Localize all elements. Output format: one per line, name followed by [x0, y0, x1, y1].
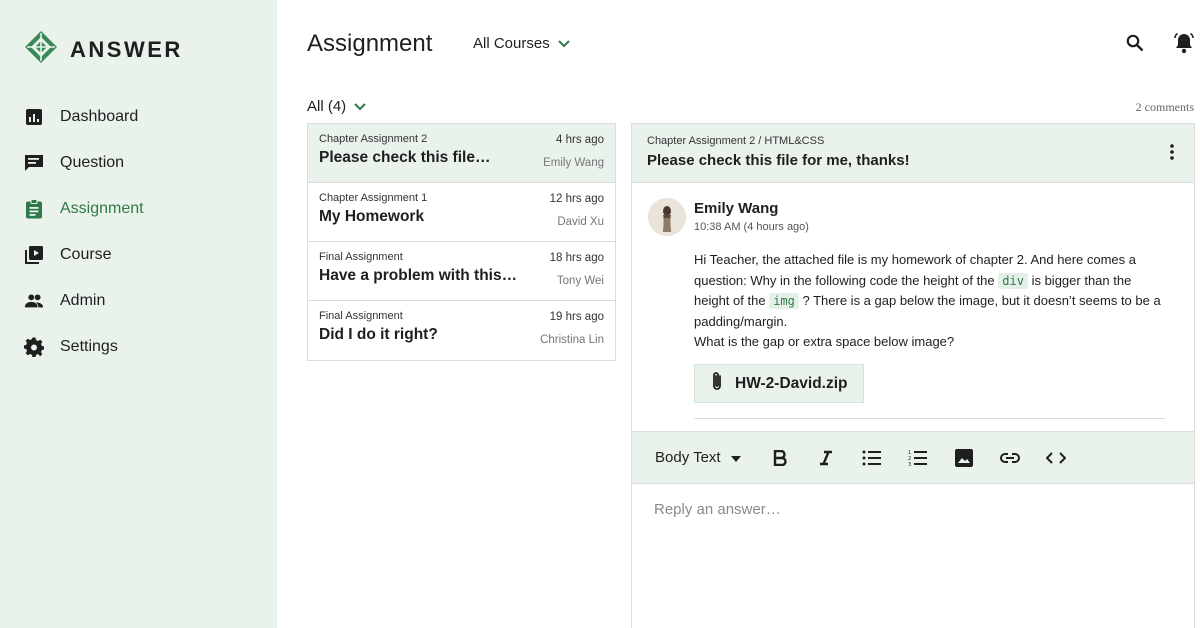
sidebar-item-label: Assignment	[60, 200, 144, 217]
sidebar-item-course[interactable]: Course	[24, 232, 264, 278]
message-author: Emily Wang	[694, 200, 779, 217]
assignment-list: Chapter Assignment 2 Please check this f…	[307, 123, 616, 361]
page-title: Assignment	[307, 30, 433, 57]
sidebar-item-assignment[interactable]: Assignment	[24, 186, 264, 232]
sidebar-item-label: Dashboard	[60, 108, 139, 125]
message-text: What is the gap or extra space below ima…	[694, 334, 955, 349]
brand[interactable]: ANSWER	[24, 30, 183, 69]
more-options-icon[interactable]	[1170, 144, 1174, 165]
numbered-list-icon[interactable]: 123	[907, 447, 929, 469]
detail-title: Please check this file for me, thanks!	[647, 152, 910, 169]
list-item[interactable]: Chapter Assignment 2 Please check this f…	[308, 124, 615, 183]
attachment[interactable]: HW-2-David.zip	[694, 364, 864, 403]
bullet-list-icon[interactable]	[861, 447, 883, 469]
list-item[interactable]: Final Assignment Did I do it right? 19 h…	[308, 301, 615, 360]
chevron-down-icon	[557, 35, 570, 52]
svg-text:3: 3	[908, 462, 911, 467]
list-item[interactable]: Final Assignment Have a problem with thi…	[308, 242, 615, 301]
avatar[interactable]	[648, 198, 686, 236]
text-format-label: Body Text	[655, 449, 721, 466]
inline-code: div	[998, 272, 1028, 289]
sidebar-nav: Dashboard Question Assignment Course Adm…	[24, 94, 264, 370]
sidebar-item-label: Settings	[60, 338, 118, 355]
sidebar: ANSWER Dashboard Question Assignment Cou…	[0, 0, 277, 628]
list-item-author: Christina Lin	[540, 334, 604, 346]
course-filter-dropdown[interactable]: All Courses	[473, 35, 570, 52]
message-body: Hi Teacher, the attached file is my home…	[694, 250, 1169, 353]
course-filter-label: All Courses	[473, 35, 550, 52]
editor-toolbar: Body Text 123	[632, 431, 1194, 484]
settings-icon	[24, 337, 44, 357]
list-item-time: 12 hrs ago	[549, 193, 604, 205]
sidebar-item-label: Course	[60, 246, 112, 263]
sidebar-item-label: Admin	[60, 292, 106, 309]
chevron-down-icon	[354, 98, 366, 115]
comments-count: 2 comments	[1135, 100, 1194, 114]
detail-header: Chapter Assignment 2 / HTML&CSS Please c…	[632, 124, 1194, 183]
reply-input[interactable]	[632, 484, 1194, 628]
sidebar-item-label: Question	[60, 154, 125, 171]
sidebar-item-settings[interactable]: Settings	[24, 324, 264, 370]
admin-icon	[24, 291, 44, 311]
course-icon	[24, 245, 44, 265]
list-item-time: 18 hrs ago	[549, 252, 604, 264]
assignment-detail: Chapter Assignment 2 / HTML&CSS Please c…	[631, 123, 1195, 628]
inline-code: img	[769, 293, 799, 309]
assignment-filter-dropdown[interactable]: All (4)	[307, 98, 366, 115]
answer-logo-icon	[24, 30, 58, 69]
question-icon	[24, 153, 44, 173]
bell-icon[interactable]	[1172, 32, 1196, 59]
search-icon[interactable]	[1126, 34, 1144, 57]
sidebar-item-question[interactable]: Question	[24, 140, 264, 186]
message-time: 10:38 AM (4 hours ago)	[694, 221, 809, 233]
text-format-dropdown[interactable]: Body Text	[655, 449, 741, 466]
list-item-time: 19 hrs ago	[549, 311, 604, 323]
list-item-time: 4 hrs ago	[556, 134, 604, 146]
bold-icon[interactable]	[769, 447, 791, 469]
dashboard-icon	[24, 107, 44, 127]
brand-name: ANSWER	[70, 36, 183, 62]
image-icon[interactable]	[953, 447, 975, 469]
list-item-author: Tony Wei	[556, 275, 604, 287]
assignment-filter-label: All (4)	[307, 98, 347, 115]
divider	[694, 418, 1165, 419]
code-icon[interactable]	[1045, 447, 1067, 469]
sidebar-item-dashboard[interactable]: Dashboard	[24, 94, 264, 140]
attachment-name: HW-2-David.zip	[735, 374, 848, 392]
list-item-author: David Xu	[557, 216, 604, 228]
italic-icon[interactable]	[815, 447, 837, 469]
link-icon[interactable]	[999, 447, 1021, 469]
sidebar-item-admin[interactable]: Admin	[24, 278, 264, 324]
list-item[interactable]: Chapter Assignment 1 My Homework 12 hrs …	[308, 183, 615, 242]
caret-down-icon	[730, 449, 741, 466]
assignment-icon	[24, 199, 44, 219]
paperclip-icon	[711, 371, 723, 396]
list-item-author: Emily Wang	[543, 157, 604, 169]
breadcrumb: Chapter Assignment 2 / HTML&CSS	[647, 135, 825, 147]
